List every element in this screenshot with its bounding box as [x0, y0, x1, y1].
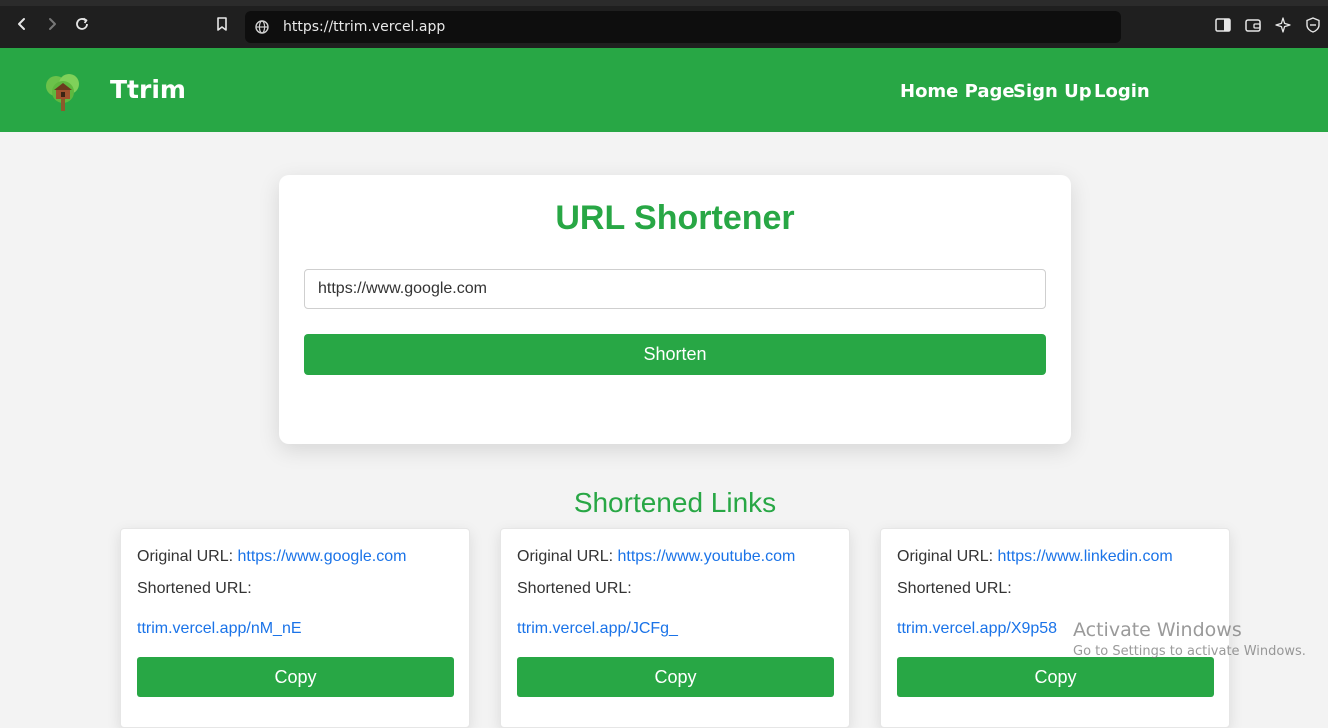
- bookmark-button[interactable]: [212, 14, 232, 34]
- original-url-label: Original URL:: [517, 548, 614, 565]
- chevron-right-icon: [49, 18, 56, 30]
- activation-watermark-title: Activate Windows: [1073, 619, 1242, 641]
- shortener-title: URL Shortener: [555, 199, 795, 237]
- nav-login-link[interactable]: Login: [1094, 81, 1150, 102]
- copy-button[interactable]: Copy: [137, 657, 454, 697]
- shield-icon: [1306, 17, 1320, 33]
- shortener-card: URL Shortener Shorten: [279, 175, 1071, 444]
- back-button[interactable]: [12, 14, 32, 34]
- shortened-links-title: Shortened Links: [573, 487, 777, 518]
- original-url-label: Original URL:: [897, 548, 994, 565]
- copy-button[interactable]: Copy: [897, 657, 1214, 697]
- sidebar-icon: [1215, 18, 1231, 32]
- shortened-url-label: Shortened URL:: [517, 580, 632, 597]
- original-url-link[interactable]: https://www.google.com: [237, 548, 406, 565]
- original-url-row: Original URL: https://www.youtube.com: [517, 548, 795, 566]
- original-url-row: Original URL: https://www.linkedin.com: [897, 548, 1173, 566]
- shortened-url-link[interactable]: ttrim.vercel.app/X9p58: [897, 620, 1057, 638]
- tree-house-logo-icon[interactable]: [42, 71, 84, 113]
- link-card: Original URL: https://www.google.com Sho…: [120, 528, 470, 728]
- shortened-url-label: Shortened URL:: [137, 580, 252, 597]
- shortened-url-link[interactable]: ttrim.vercel.app/JCFg_: [517, 620, 678, 638]
- activation-watermark-subtitle: Go to Settings to activate Windows.: [1073, 644, 1306, 659]
- copy-button[interactable]: Copy: [517, 657, 834, 697]
- browser-toolbar: https://ttrim.vercel.app: [0, 0, 1328, 48]
- shortened-url-link[interactable]: ttrim.vercel.app/nM_nE: [137, 620, 302, 638]
- brand-name[interactable]: Ttrim: [110, 75, 186, 104]
- shields-button[interactable]: [1304, 16, 1322, 34]
- sidebar-button[interactable]: [1214, 16, 1232, 34]
- reload-button[interactable]: [72, 14, 92, 34]
- original-url-row: Original URL: https://www.google.com: [137, 548, 406, 566]
- wallet-icon: [1245, 19, 1261, 32]
- wallet-button[interactable]: [1244, 16, 1262, 34]
- shorten-button[interactable]: Shorten: [304, 334, 1046, 375]
- original-url-link[interactable]: https://www.youtube.com: [617, 548, 795, 565]
- forward-button[interactable]: [42, 14, 62, 34]
- url-input[interactable]: [304, 269, 1046, 309]
- link-card: Original URL: https://www.youtube.com Sh…: [500, 528, 850, 728]
- nav-signup-link[interactable]: Sign Up: [1013, 81, 1092, 102]
- sparkle-icon: [1275, 17, 1291, 33]
- chevron-left-icon: [18, 18, 25, 30]
- address-bar[interactable]: https://ttrim.vercel.app: [245, 11, 1121, 43]
- nav-home-link[interactable]: Home Page: [900, 81, 1015, 102]
- tab-strip: [0, 0, 1328, 6]
- address-url: https://ttrim.vercel.app: [283, 19, 446, 35]
- shortened-url-label: Shortened URL:: [897, 580, 1012, 597]
- globe-icon: [255, 20, 269, 34]
- site-header: Ttrim Home Page Sign Up Login: [0, 48, 1328, 132]
- original-url-label: Original URL:: [137, 548, 234, 565]
- bookmark-icon: [217, 17, 227, 31]
- reload-icon: [76, 17, 88, 30]
- original-url-link[interactable]: https://www.linkedin.com: [997, 548, 1172, 565]
- ai-assistant-button[interactable]: [1274, 16, 1292, 34]
